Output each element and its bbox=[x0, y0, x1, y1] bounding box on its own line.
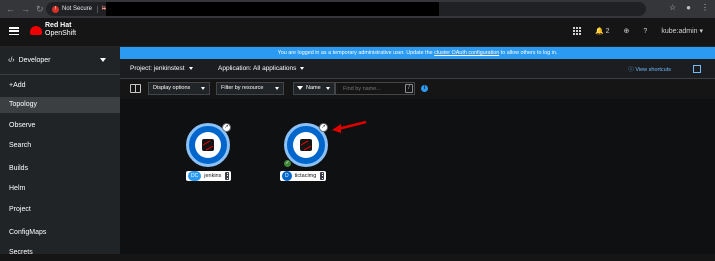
forward-icon[interactable]: → bbox=[21, 4, 30, 15]
book-icon[interactable] bbox=[130, 84, 141, 93]
node-name: tictacimg bbox=[294, 173, 317, 179]
info-icon[interactable]: i bbox=[421, 85, 428, 92]
find-by-name-input[interactable] bbox=[335, 82, 415, 95]
banner-text-after: to allow others to log in. bbox=[499, 50, 558, 56]
external-link-icon[interactable]: ↗ bbox=[319, 123, 328, 132]
sidebar-item-project[interactable]: Project bbox=[0, 202, 120, 218]
brand-line1: Red Hat bbox=[45, 22, 72, 29]
openshift-logo[interactable]: Red Hat OpenShift bbox=[30, 22, 76, 38]
hamburger-menu-icon[interactable] bbox=[9, 27, 19, 35]
sidebar-item-configmaps[interactable]: ConfigMaps bbox=[0, 225, 120, 241]
address-bar[interactable]: ! Not Secure https:// bbox=[46, 2, 646, 16]
bookmark-star-icon[interactable]: ☆ bbox=[669, 3, 676, 12]
openshift-app-icon bbox=[202, 139, 214, 151]
perspective-label: Developer bbox=[18, 57, 51, 64]
reload-icon[interactable]: ↻ bbox=[36, 4, 44, 15]
browser-actions: ☆ ● ⋮ bbox=[669, 3, 709, 12]
notifications-button[interactable]: 🔔 2 bbox=[595, 27, 610, 35]
oauth-config-link[interactable]: cluster OAuth configuration bbox=[434, 50, 499, 56]
redacted-url bbox=[106, 2, 439, 16]
chevron-down-icon bbox=[201, 87, 205, 90]
profile-icon[interactable]: ● bbox=[686, 3, 691, 12]
sidebar-item-secrets[interactable]: Secrets bbox=[0, 245, 120, 261]
slash-shortcut-hint: / bbox=[405, 84, 413, 93]
chevron-down-icon bbox=[100, 58, 106, 62]
security-indicator[interactable]: ! Not Secure bbox=[52, 5, 99, 13]
notifications-count: 2 bbox=[605, 28, 610, 35]
node-label-tictacimg[interactable]: D tictacimg bbox=[280, 171, 327, 181]
filter-icon bbox=[297, 86, 303, 90]
node-icon-circle bbox=[293, 132, 319, 158]
security-label: Not Secure bbox=[62, 6, 93, 12]
node-label-jenkins[interactable]: DC jenkins bbox=[186, 171, 232, 181]
sidebar-item-builds[interactable]: Builds bbox=[0, 161, 120, 177]
name-filter-select[interactable]: Name bbox=[293, 82, 335, 95]
browser-nav: ← → ↻ bbox=[6, 4, 44, 15]
brand-line2: OpenShift bbox=[45, 30, 77, 37]
back-icon[interactable]: ← bbox=[6, 4, 15, 15]
annotation-arrow bbox=[332, 120, 367, 133]
display-options-select[interactable]: Display options bbox=[148, 82, 210, 95]
help-icon[interactable]: ? bbox=[643, 28, 647, 35]
perspective-switcher[interactable]: ‹/› Developer bbox=[0, 47, 120, 75]
user-menu[interactable]: kube:admin ▾ bbox=[661, 27, 703, 35]
node-name: jenkins bbox=[204, 173, 222, 179]
admin-banner: You are logged in as a temporary adminis… bbox=[120, 47, 715, 59]
sidebar-item-topology[interactable]: Topology bbox=[0, 97, 120, 113]
chevron-down-icon bbox=[326, 87, 330, 90]
banner-text-before: You are logged in as a temporary adminis… bbox=[277, 50, 435, 56]
list-view-toggle-icon[interactable] bbox=[693, 65, 701, 73]
sidebar: ‹/› Developer +Add Topology Observe Sear… bbox=[0, 47, 120, 256]
resource-badge: DC bbox=[188, 171, 202, 181]
sidebar-item-helm[interactable]: Helm bbox=[0, 181, 120, 197]
filter-by-resource-select[interactable]: Filter by resource bbox=[216, 82, 284, 95]
sidebar-item-add[interactable]: +Add bbox=[0, 78, 120, 94]
masthead: Red Hat OpenShift 🔔 2 ⊕ ? kube:admin ▾ bbox=[0, 18, 715, 47]
topology-canvas[interactable]: ↗ DC jenkins ↗ ✓ D tictacimg bbox=[120, 99, 715, 254]
build-success-icon[interactable]: ✓ bbox=[284, 160, 291, 167]
browser-menu-icon[interactable]: ⋮ bbox=[701, 3, 709, 12]
quick-create-icon[interactable]: ⊕ bbox=[624, 27, 630, 35]
project-bar: Project: jenkinstest Application: All ap… bbox=[120, 59, 715, 79]
code-icon: ‹/› bbox=[8, 57, 15, 64]
openshift-app-icon bbox=[300, 139, 312, 151]
external-link-icon[interactable]: ↗ bbox=[222, 123, 231, 132]
warning-icon: ! bbox=[52, 5, 59, 13]
bell-icon: 🔔 bbox=[594, 28, 604, 35]
kebab-menu-icon[interactable] bbox=[320, 172, 325, 180]
resource-badge: D bbox=[282, 171, 292, 181]
red-hat-icon bbox=[30, 25, 42, 35]
chevron-down-icon bbox=[300, 66, 305, 70]
chevron-down-icon bbox=[188, 66, 193, 70]
kebab-menu-icon[interactable] bbox=[225, 172, 230, 180]
sidebar-item-observe[interactable]: Observe bbox=[0, 118, 120, 134]
chevron-down-icon bbox=[275, 87, 279, 90]
app-launcher-icon[interactable] bbox=[572, 27, 581, 35]
view-shortcuts-link[interactable]: ⓘ View shortcuts bbox=[628, 65, 671, 73]
application-dropdown[interactable]: Application: All applications bbox=[218, 65, 305, 72]
node-icon-circle bbox=[195, 132, 221, 158]
sidebar-item-search[interactable]: Search bbox=[0, 138, 120, 154]
browser-toolbar: ← → ↻ ! Not Secure https:// ☆ ● ⋮ bbox=[0, 0, 715, 18]
project-dropdown[interactable]: Project: jenkinstest bbox=[130, 65, 193, 72]
topology-toolbar: Display options Filter by resource Name … bbox=[120, 79, 715, 99]
masthead-tools: 🔔 2 ⊕ ? kube:admin ▾ bbox=[572, 27, 703, 35]
